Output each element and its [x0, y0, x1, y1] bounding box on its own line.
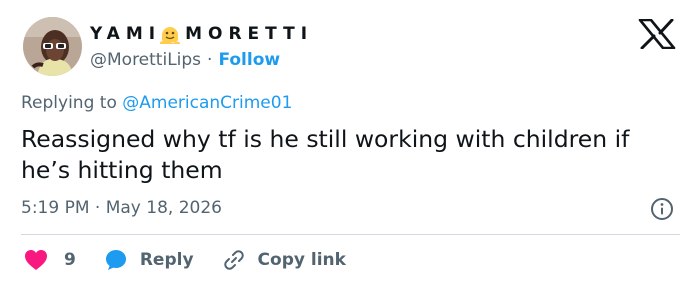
handle-separator: ·	[207, 50, 213, 70]
copy-link-label: Copy link	[257, 250, 346, 270]
action-bar: 9 Reply Copy link	[24, 246, 374, 274]
tweet-time: 5:19 PM	[21, 198, 90, 218]
divider	[21, 234, 680, 235]
link-icon	[223, 250, 244, 270]
copy-link-button[interactable]: Copy link	[222, 248, 346, 272]
tweet-date: May 18, 2026	[105, 198, 222, 218]
tweet-timestamp[interactable]: 5:19 PM · May 18, 2026	[21, 198, 222, 218]
display-name-first: YAMI	[90, 24, 162, 44]
x-logo-icon[interactable]	[638, 19, 676, 49]
reply-context: Replying to @AmericanCrime01	[21, 93, 292, 113]
follow-button[interactable]: Follow	[218, 50, 280, 70]
timestamp-separator: ·	[94, 198, 101, 218]
reply-mention-link[interactable]: @AmericanCrime01	[122, 93, 292, 113]
avatar-image	[23, 17, 82, 76]
author-name[interactable]: YAMI MORETTI	[90, 22, 313, 46]
author-handle[interactable]: @MorettiLips	[90, 50, 201, 70]
melting-face-emoji-icon	[160, 27, 181, 44]
tweet-text: Reassigned why tf is he still working wi…	[21, 125, 630, 184]
avatar[interactable]	[23, 17, 82, 76]
heart-icon	[25, 250, 47, 270]
info-icon[interactable]	[650, 197, 674, 221]
reply-button[interactable]: Reply	[104, 248, 194, 272]
handle-row: @MorettiLips · Follow	[90, 48, 280, 72]
reply-bubble-icon	[105, 250, 126, 270]
reply-label: Reply	[139, 250, 194, 270]
reply-context-prefix: Replying to	[21, 93, 117, 113]
display-name-last: MORETTI	[185, 24, 314, 44]
like-button[interactable]: 9	[24, 249, 76, 271]
like-count: 9	[64, 250, 76, 270]
